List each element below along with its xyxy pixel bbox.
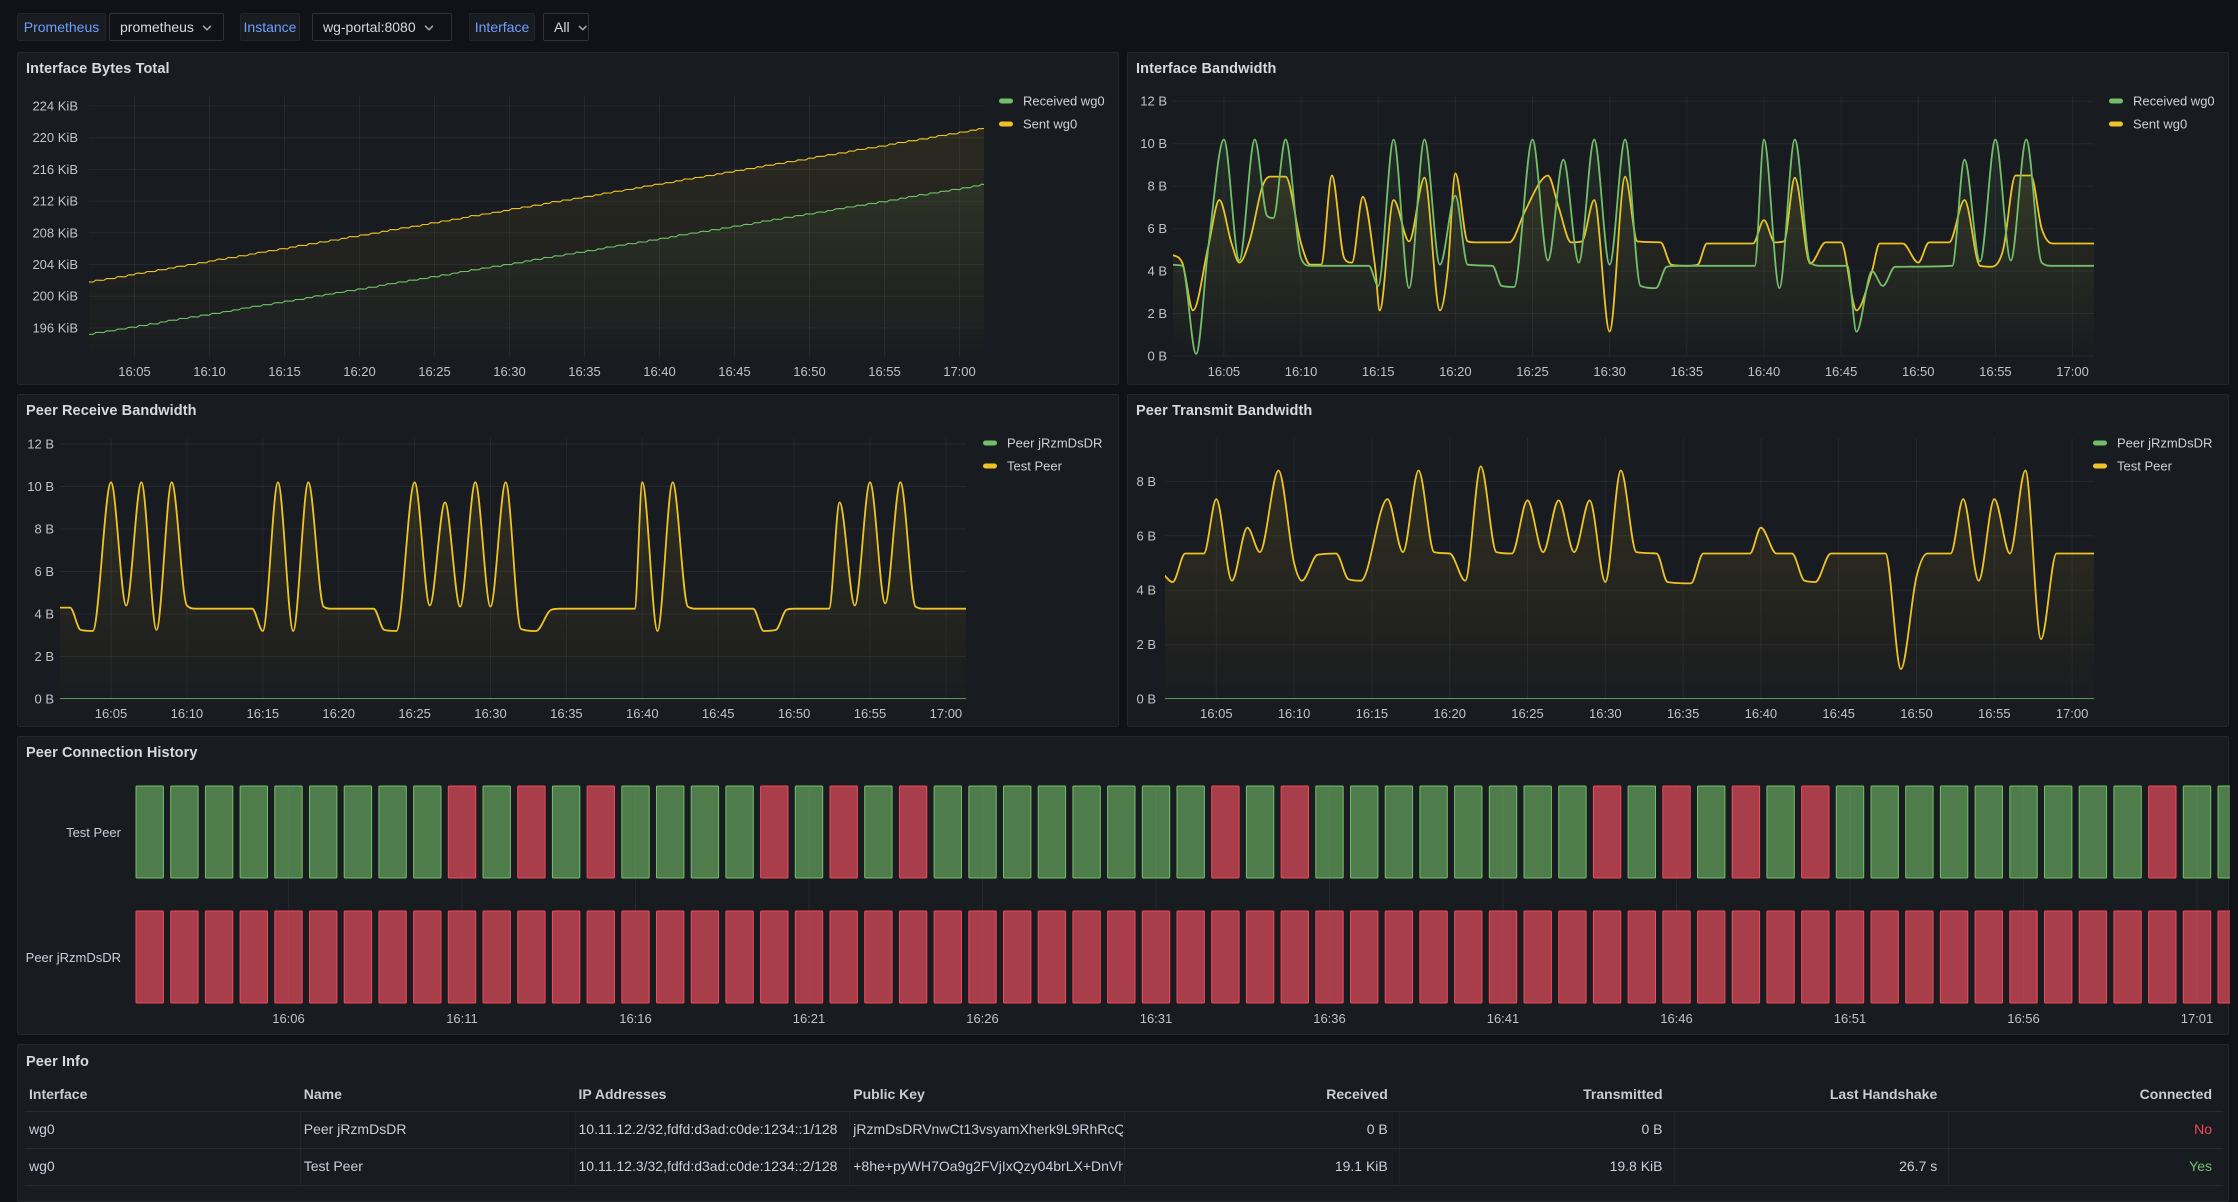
svg-text:16:25: 16:25 bbox=[398, 706, 431, 721]
svg-text:16:30: 16:30 bbox=[1589, 706, 1622, 721]
svg-text:16:15: 16:15 bbox=[268, 364, 301, 379]
svg-text:16:10: 16:10 bbox=[1278, 706, 1311, 721]
svg-text:8 B: 8 B bbox=[1136, 474, 1156, 489]
svg-text:196 KiB: 196 KiB bbox=[32, 320, 78, 335]
svg-text:8 B: 8 B bbox=[34, 522, 54, 537]
svg-text:16:05: 16:05 bbox=[118, 364, 151, 379]
svg-text:16:20: 16:20 bbox=[343, 364, 376, 379]
svg-text:Peer jRzmDsDR: Peer jRzmDsDR bbox=[2117, 436, 2212, 451]
svg-text:16:35: 16:35 bbox=[1667, 706, 1700, 721]
svg-text:16:41: 16:41 bbox=[1487, 1011, 1520, 1026]
svg-text:4 B: 4 B bbox=[1147, 264, 1167, 279]
svg-text:16:45: 16:45 bbox=[1825, 364, 1858, 379]
svg-text:Received wg0: Received wg0 bbox=[1023, 94, 1105, 109]
svg-text:16:35: 16:35 bbox=[550, 706, 583, 721]
svg-text:17:01: 17:01 bbox=[2181, 1011, 2214, 1026]
svg-text:17:00: 17:00 bbox=[2056, 706, 2089, 721]
svg-text:Received wg0: Received wg0 bbox=[2133, 94, 2215, 109]
svg-text:16:50: 16:50 bbox=[1902, 364, 1935, 379]
svg-text:16:21: 16:21 bbox=[793, 1011, 826, 1026]
svg-text:16:16: 16:16 bbox=[619, 1011, 652, 1026]
svg-text:16:05: 16:05 bbox=[1200, 706, 1233, 721]
svg-text:16:11: 16:11 bbox=[446, 1011, 478, 1026]
svg-text:Test Peer: Test Peer bbox=[1007, 459, 1063, 474]
svg-text:16:40: 16:40 bbox=[1748, 364, 1781, 379]
svg-text:16:20: 16:20 bbox=[1433, 706, 1466, 721]
svg-text:16:46: 16:46 bbox=[1660, 1011, 1693, 1026]
svg-text:6 B: 6 B bbox=[1147, 221, 1167, 236]
svg-text:16:55: 16:55 bbox=[868, 364, 901, 379]
svg-text:16:50: 16:50 bbox=[778, 706, 811, 721]
svg-text:16:30: 16:30 bbox=[1593, 364, 1626, 379]
svg-text:6 B: 6 B bbox=[34, 564, 54, 579]
svg-text:16:51: 16:51 bbox=[1834, 1011, 1867, 1026]
svg-text:16:20: 16:20 bbox=[1439, 364, 1472, 379]
svg-text:0 B: 0 B bbox=[34, 692, 54, 707]
svg-text:216 KiB: 216 KiB bbox=[32, 162, 78, 177]
svg-text:10 B: 10 B bbox=[1140, 136, 1167, 151]
svg-text:16:30: 16:30 bbox=[493, 364, 526, 379]
svg-text:200 KiB: 200 KiB bbox=[32, 289, 78, 304]
svg-text:6 B: 6 B bbox=[1136, 528, 1156, 543]
svg-text:Sent wg0: Sent wg0 bbox=[2133, 117, 2187, 132]
svg-text:212 KiB: 212 KiB bbox=[32, 194, 78, 209]
svg-text:16:40: 16:40 bbox=[626, 706, 659, 721]
svg-text:0 B: 0 B bbox=[1147, 349, 1167, 364]
svg-text:16:10: 16:10 bbox=[193, 364, 226, 379]
svg-text:220 KiB: 220 KiB bbox=[32, 130, 78, 145]
svg-text:16:15: 16:15 bbox=[1362, 364, 1395, 379]
svg-text:Test Peer: Test Peer bbox=[66, 825, 122, 840]
svg-text:0 B: 0 B bbox=[1136, 692, 1156, 707]
svg-text:16:10: 16:10 bbox=[171, 706, 204, 721]
svg-text:2 B: 2 B bbox=[1136, 637, 1156, 652]
svg-text:16:56: 16:56 bbox=[2007, 1011, 2040, 1026]
svg-text:Sent wg0: Sent wg0 bbox=[1023, 117, 1077, 132]
svg-text:17:00: 17:00 bbox=[930, 706, 963, 721]
svg-text:10 B: 10 B bbox=[27, 479, 54, 494]
svg-text:16:50: 16:50 bbox=[793, 364, 826, 379]
svg-text:16:10: 16:10 bbox=[1285, 364, 1318, 379]
svg-text:16:25: 16:25 bbox=[1511, 706, 1544, 721]
svg-text:16:26: 16:26 bbox=[966, 1011, 999, 1026]
svg-text:17:00: 17:00 bbox=[943, 364, 976, 379]
svg-text:Peer jRzmDsDR: Peer jRzmDsDR bbox=[26, 950, 121, 965]
svg-text:16:55: 16:55 bbox=[1979, 364, 2012, 379]
svg-text:8 B: 8 B bbox=[1147, 179, 1167, 194]
svg-text:16:45: 16:45 bbox=[702, 706, 735, 721]
svg-text:208 KiB: 208 KiB bbox=[32, 225, 78, 240]
svg-text:16:30: 16:30 bbox=[474, 706, 507, 721]
svg-text:16:31: 16:31 bbox=[1140, 1011, 1173, 1026]
svg-text:16:35: 16:35 bbox=[568, 364, 601, 379]
svg-text:4 B: 4 B bbox=[1136, 583, 1156, 598]
svg-text:12 B: 12 B bbox=[1140, 94, 1167, 109]
svg-text:16:05: 16:05 bbox=[95, 706, 128, 721]
svg-text:16:55: 16:55 bbox=[854, 706, 887, 721]
svg-text:Peer jRzmDsDR: Peer jRzmDsDR bbox=[1007, 436, 1102, 451]
svg-text:16:40: 16:40 bbox=[643, 364, 676, 379]
svg-text:16:55: 16:55 bbox=[1978, 706, 2011, 721]
svg-text:16:40: 16:40 bbox=[1745, 706, 1778, 721]
svg-text:Test Peer: Test Peer bbox=[2117, 459, 2173, 474]
svg-text:16:20: 16:20 bbox=[322, 706, 355, 721]
svg-text:16:36: 16:36 bbox=[1313, 1011, 1346, 1026]
svg-text:12 B: 12 B bbox=[27, 437, 54, 452]
svg-text:4 B: 4 B bbox=[34, 607, 54, 622]
svg-text:16:25: 16:25 bbox=[418, 364, 451, 379]
svg-text:204 KiB: 204 KiB bbox=[32, 257, 78, 272]
svg-text:16:15: 16:15 bbox=[247, 706, 280, 721]
svg-text:2 B: 2 B bbox=[1147, 306, 1167, 321]
svg-text:16:50: 16:50 bbox=[1900, 706, 1933, 721]
svg-text:16:05: 16:05 bbox=[1208, 364, 1241, 379]
svg-text:16:15: 16:15 bbox=[1356, 706, 1389, 721]
svg-text:17:00: 17:00 bbox=[2056, 364, 2089, 379]
svg-text:16:25: 16:25 bbox=[1516, 364, 1549, 379]
svg-text:16:35: 16:35 bbox=[1671, 364, 1704, 379]
svg-text:16:06: 16:06 bbox=[272, 1011, 305, 1026]
svg-text:16:45: 16:45 bbox=[1822, 706, 1855, 721]
svg-text:2 B: 2 B bbox=[34, 649, 54, 664]
svg-text:16:45: 16:45 bbox=[718, 364, 751, 379]
svg-text:224 KiB: 224 KiB bbox=[32, 99, 78, 114]
